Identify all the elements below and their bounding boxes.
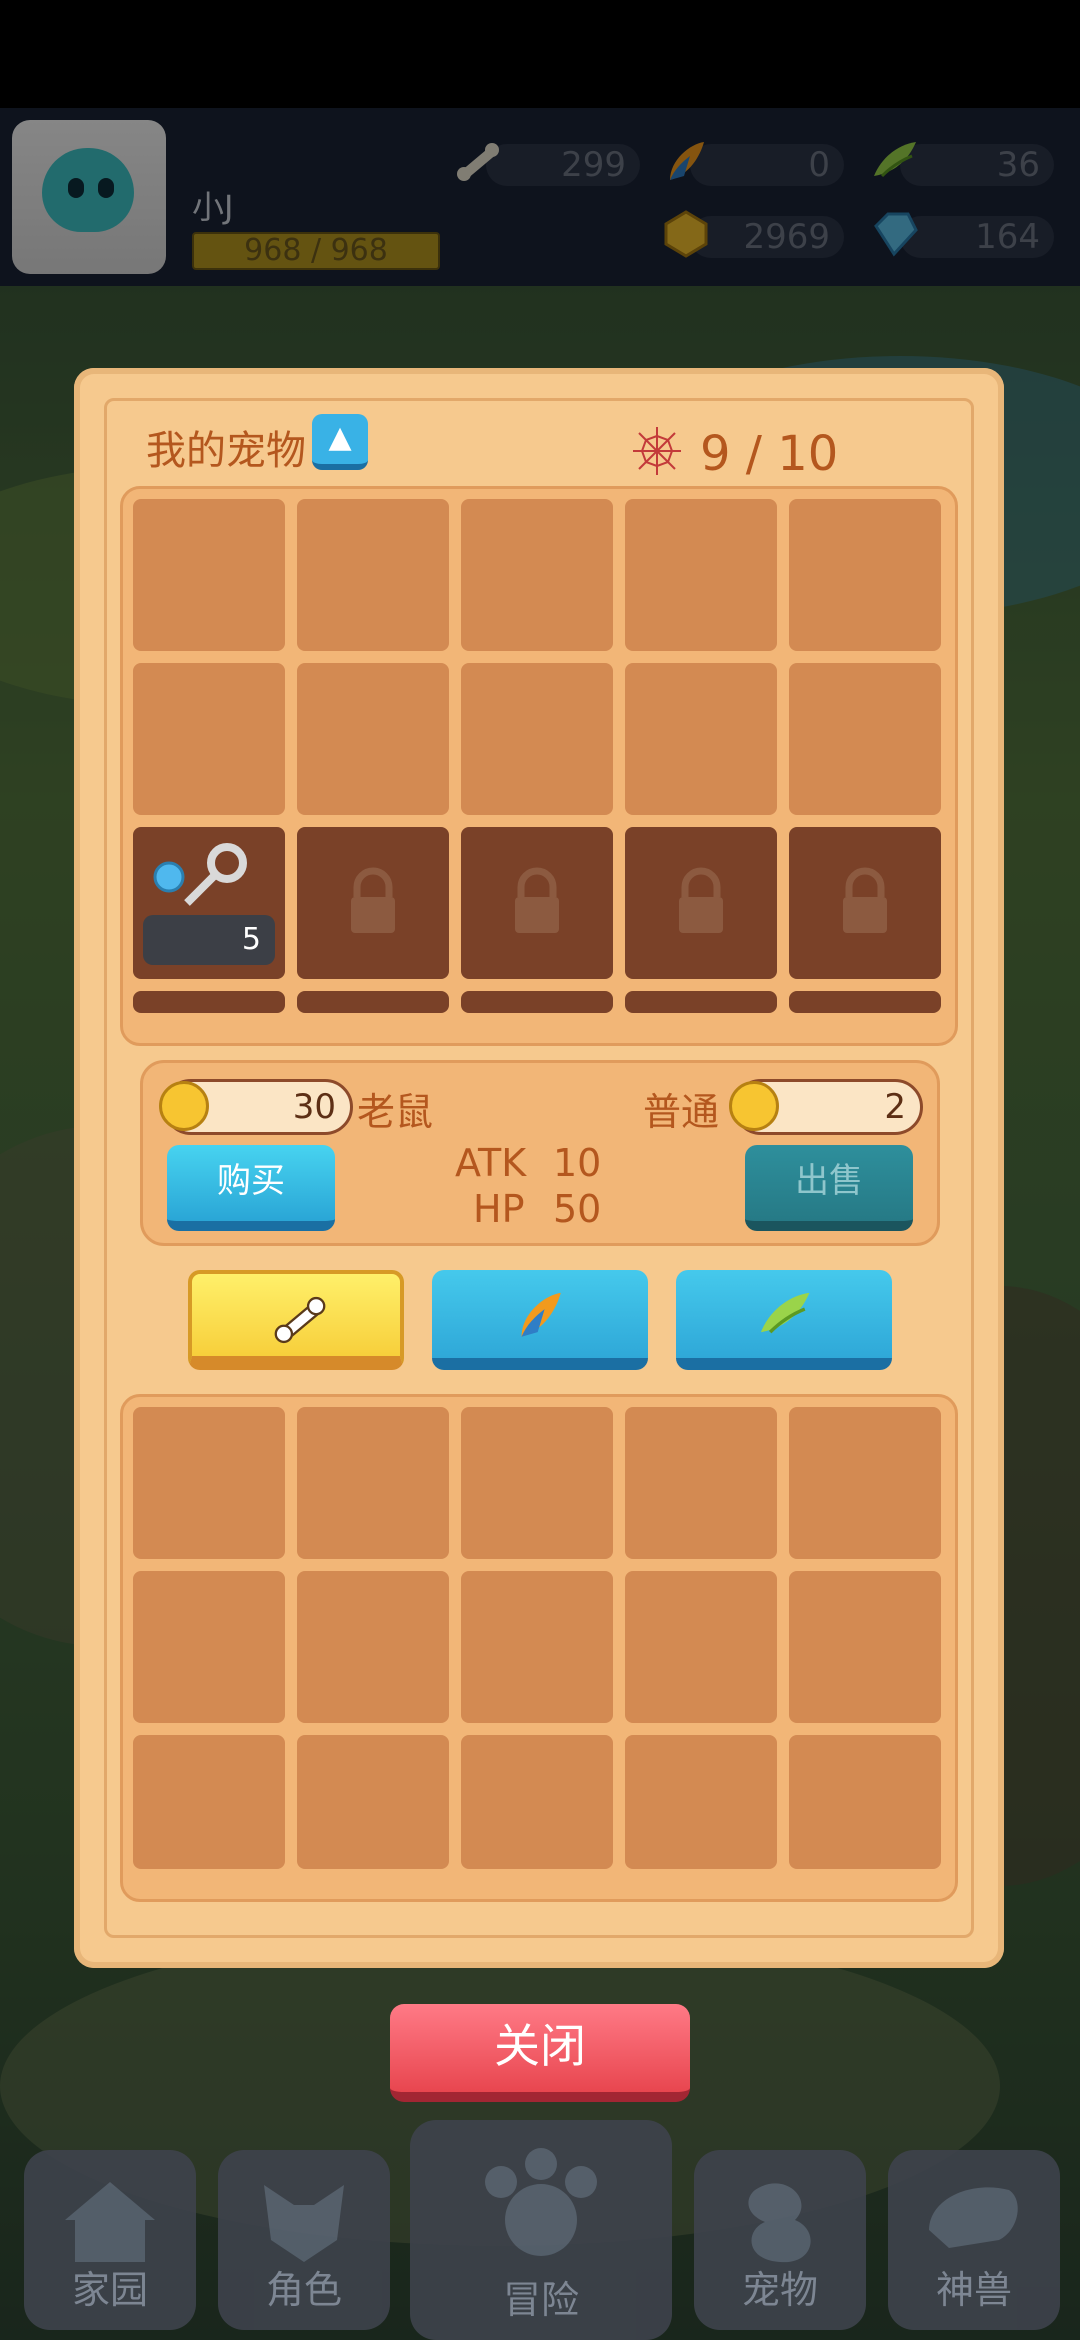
pet-capacity: 9 / 10 bbox=[700, 426, 839, 482]
owned-pets-grid: 5 bbox=[120, 486, 958, 1046]
lock-icon bbox=[679, 867, 723, 933]
spider-web-icon bbox=[633, 427, 681, 475]
mask-icon bbox=[264, 2185, 344, 2262]
pet-slot-bee[interactable] bbox=[625, 663, 777, 815]
pet-slot-empty[interactable] bbox=[789, 663, 941, 815]
bottom-nav: 家园 角色 冒险 宠物 神兽 bbox=[0, 2120, 1080, 2340]
locked-slot[interactable] bbox=[461, 827, 613, 979]
catalog-pet-locked[interactable] bbox=[789, 1571, 941, 1723]
locked-slot[interactable] bbox=[789, 827, 941, 979]
feather-icon bbox=[521, 1292, 561, 1337]
lock-icon bbox=[351, 867, 395, 933]
pet-slot-deer[interactable] bbox=[625, 499, 777, 651]
catalog-pet-locked[interactable] bbox=[461, 1735, 613, 1869]
tab-bone[interactable] bbox=[188, 1270, 404, 1370]
locked-slot-partial bbox=[625, 991, 777, 1013]
pet-panel: 我的宠物 ▲ 9 / 10 5 30 老鼠 普通 2 购买 ATK 10 HP … bbox=[74, 368, 1004, 1968]
nav-character[interactable]: 角色 bbox=[218, 2150, 390, 2330]
wing-icon bbox=[760, 1292, 810, 1334]
nav-label: 神兽 bbox=[935, 2268, 1012, 2312]
tab-wing[interactable] bbox=[676, 1270, 892, 1370]
atk-label: ATK bbox=[455, 1141, 527, 1185]
key-count: 5 bbox=[143, 915, 275, 965]
tab-feather[interactable] bbox=[432, 1270, 648, 1370]
sell-button[interactable]: 出售 bbox=[745, 1145, 913, 1231]
buy-button[interactable]: 购买 bbox=[167, 1145, 335, 1231]
catalog-pet-locked[interactable] bbox=[625, 1735, 777, 1869]
catalog-pet-locked[interactable] bbox=[133, 1735, 285, 1869]
nav-label: 家园 bbox=[71, 2268, 148, 2312]
nav-label: 冒险 bbox=[502, 2278, 579, 2322]
lock-icon bbox=[843, 867, 887, 933]
catalog-pet-locked[interactable] bbox=[789, 1735, 941, 1869]
locked-slot[interactable] bbox=[625, 827, 777, 979]
catalog-pet-locked[interactable] bbox=[625, 1571, 777, 1723]
nav-label: 角色 bbox=[265, 2268, 342, 2312]
locked-slot-partial bbox=[461, 991, 613, 1013]
sort-toggle-button[interactable]: ▲ bbox=[312, 414, 368, 470]
catalog-pet-locked[interactable] bbox=[461, 1571, 613, 1723]
pet-slot-rabbit[interactable] bbox=[133, 499, 285, 651]
unlock-slot[interactable]: 5 bbox=[133, 827, 285, 979]
catalog-pet-locked[interactable] bbox=[789, 1407, 941, 1559]
hp-label: HP bbox=[473, 1187, 525, 1231]
nav-label: 宠物 bbox=[741, 2268, 818, 2312]
pet-slot-deer[interactable] bbox=[461, 499, 613, 651]
bone-icon bbox=[274, 1296, 326, 1344]
pet-icon bbox=[748, 2183, 811, 2263]
catalog-pet-rabbit[interactable] bbox=[297, 1407, 449, 1559]
pet-slot-bee[interactable] bbox=[461, 663, 613, 815]
catalog-pet-deer[interactable] bbox=[461, 1407, 613, 1559]
catalog-pet-locked[interactable] bbox=[297, 1571, 449, 1723]
catalog-pet-locked[interactable] bbox=[625, 1407, 777, 1559]
pet-name: 老鼠 bbox=[357, 1090, 434, 1134]
status-bar bbox=[0, 0, 1080, 108]
locked-slot-partial bbox=[297, 991, 449, 1013]
catalog-pet-mouse[interactable] bbox=[133, 1407, 285, 1559]
locked-slot-partial bbox=[789, 991, 941, 1013]
lock-icon bbox=[515, 867, 559, 933]
close-button[interactable]: 关闭 bbox=[390, 2004, 690, 2102]
nav-mythic-beast[interactable]: 神兽 bbox=[888, 2150, 1060, 2330]
pet-slot-deer[interactable] bbox=[133, 663, 285, 815]
nav-adventure[interactable]: 冒险 bbox=[410, 2120, 672, 2340]
pet-catalog-grid bbox=[120, 1394, 958, 1902]
nav-pet[interactable]: 宠物 bbox=[694, 2150, 866, 2330]
catalog-pet-locked[interactable] bbox=[297, 1735, 449, 1869]
home-icon bbox=[65, 2182, 155, 2262]
selected-pet-info: 30 老鼠 普通 2 购买 ATK 10 HP 50 出售 bbox=[140, 1060, 940, 1246]
dino-skull-icon bbox=[929, 2187, 1018, 2248]
key-icon bbox=[153, 843, 247, 906]
panel-title: 我的宠物 bbox=[146, 428, 306, 474]
coin-icon bbox=[729, 1081, 779, 1131]
nav-home[interactable]: 家园 bbox=[24, 2150, 196, 2330]
hp-value: 50 bbox=[553, 1187, 602, 1231]
pet-slot-rabbit[interactable] bbox=[297, 499, 449, 651]
pet-slot-deer[interactable] bbox=[789, 499, 941, 651]
locked-slot[interactable] bbox=[297, 827, 449, 979]
locked-slot-partial bbox=[133, 991, 285, 1013]
coin-icon bbox=[159, 1081, 209, 1131]
pet-slot-bee[interactable] bbox=[297, 663, 449, 815]
paw-icon bbox=[485, 2148, 597, 2256]
catalog-pet-locked[interactable] bbox=[133, 1571, 285, 1723]
atk-value: 10 bbox=[553, 1141, 602, 1185]
pet-rarity: 普通 bbox=[643, 1090, 720, 1134]
